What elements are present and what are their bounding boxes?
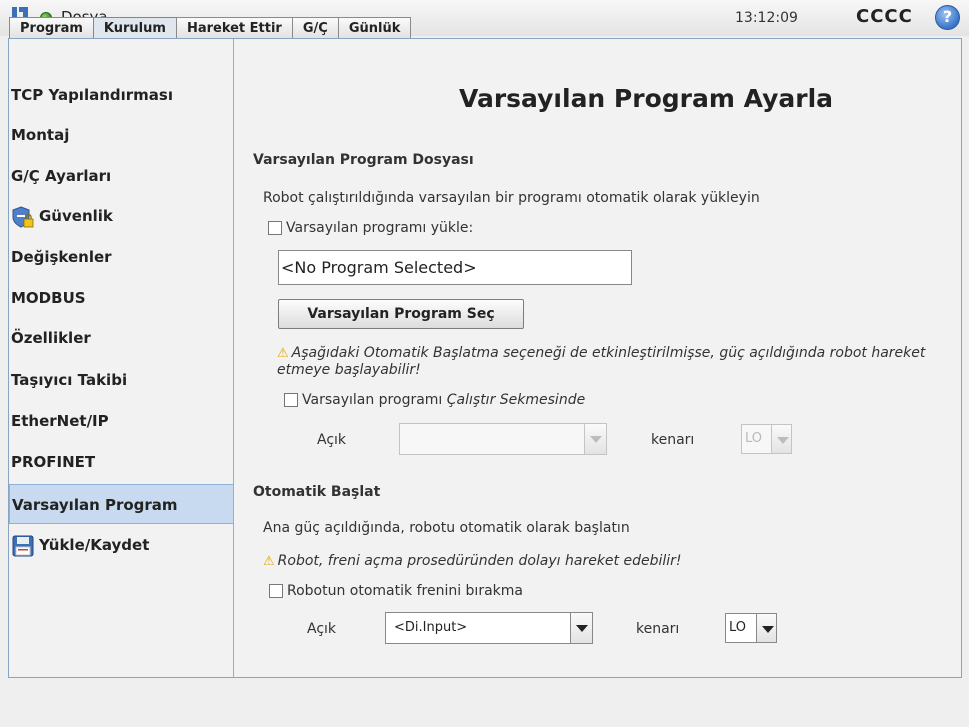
tab-log[interactable]: Günlük [337, 17, 412, 39]
chevron-down-icon [771, 425, 791, 453]
autostart-edge-dropdown[interactable]: LO [725, 613, 777, 643]
tab-io[interactable]: G/Ç [291, 17, 339, 39]
autostart-checkbox-row[interactable]: Robotun otomatik frenini bırakma [269, 583, 523, 599]
autostart-section-title: Otomatik Başlat [253, 484, 381, 500]
installation-panel: TCP Yapılandırması Montaj G/Ç Ayarları G… [8, 38, 962, 678]
default-input-dropdown[interactable] [399, 423, 607, 455]
page-title: Varsayılan Program Ayarla [458, 84, 834, 113]
floppy-disk-icon [12, 535, 34, 556]
load-default-checkbox-row[interactable]: Varsayılan programı yükle: [268, 220, 473, 236]
default-edge-dropdown[interactable]: LO [741, 424, 792, 454]
sidebar-item-mounting[interactable]: Montaj [9, 115, 234, 155]
warning-triangle-icon: ⚠ [277, 346, 289, 361]
default-file-section-title: Varsayılan Program Dosyası [253, 152, 474, 168]
autostart-checkbox[interactable] [269, 584, 283, 598]
sidebar-item-label: Yükle/Kaydet [39, 536, 150, 554]
tab-program[interactable]: Program [9, 17, 94, 39]
help-icon[interactable]: ? [935, 5, 960, 30]
sidebar-item-safety[interactable]: Güvenlik [9, 196, 234, 236]
default-program-field[interactable]: <No Program Selected> [278, 250, 632, 285]
chevron-down-icon [584, 424, 606, 454]
tab-installation[interactable]: Kurulum [92, 17, 177, 39]
run-tab-label: Çalıştır Sekmesinde [446, 392, 586, 408]
sidebar-item-ethernetip[interactable]: EtherNet/IP [9, 401, 234, 441]
bottom-bar [0, 679, 969, 727]
shield-lock-icon [12, 205, 34, 228]
chevron-down-icon [756, 614, 776, 642]
run-default-label: Varsayılan programı [302, 392, 447, 408]
autostart-warning: ⚠ Aşağıdaki Otomatik Başlatma seçeneği de… [277, 345, 926, 378]
run-default-checkbox-row[interactable]: Varsayılan programı Çalıştır Sekmesinde [284, 392, 585, 408]
robot-name: CCCC [856, 6, 913, 27]
sidebar-item-io-setup[interactable]: G/Ç Ayarları [9, 156, 234, 196]
content-area: Varsayılan Program Ayarla Varsayılan Pro… [235, 39, 961, 677]
autostart-description: Ana güç açıldığında, robotu otomatik ola… [263, 520, 630, 536]
default-input-label: Açık [317, 432, 347, 448]
chevron-down-icon [570, 613, 592, 643]
sidebar-item-default-program[interactable]: Varsayılan Program [9, 484, 234, 524]
sidebar-item-tcp[interactable]: TCP Yapılandırması [9, 75, 234, 115]
sidebar-item-features[interactable]: Özellikler [9, 318, 234, 358]
autostart-input-dropdown[interactable]: <Di.Input> [385, 612, 593, 644]
load-default-label: Varsayılan programı yükle: [286, 220, 474, 236]
autostart-label: Robotun otomatik frenini bırakma [287, 583, 523, 599]
autostart-edge-label: kenarı [636, 621, 680, 637]
warning-triangle-icon: ⚠ [263, 554, 275, 569]
main-tabs: Program Kurulum Hareket Ettir G/Ç Günlük [9, 17, 412, 39]
clock: 13:12:09 [735, 10, 798, 26]
sidebar-item-label: Güvenlik [39, 207, 113, 225]
sidebar-item-variables[interactable]: Değişkenler [9, 237, 234, 277]
default-file-description: Robot çalıştırıldığında varsayılan bir p… [263, 190, 760, 206]
sidebar-item-profinet[interactable]: PROFINET [9, 442, 234, 482]
sidebar-item-modbus[interactable]: MODBUS [9, 278, 234, 318]
sidebar-item-conveyor[interactable]: Taşıyıcı Takibi [9, 360, 234, 400]
autostart-input-label: Açık [307, 621, 337, 637]
default-edge-label: kenarı [651, 432, 695, 448]
run-default-checkbox[interactable] [284, 393, 298, 407]
tab-move[interactable]: Hareket Ettir [175, 17, 293, 39]
select-default-program-button[interactable]: Varsayılan Program Seç [278, 299, 524, 329]
sidebar: TCP Yapılandırması Montaj G/Ç Ayarları G… [9, 39, 234, 677]
brake-warning: ⚠ Robot, freni açma prosedüründen dolayı … [263, 553, 682, 569]
sidebar-item-load-save[interactable]: Yükle/Kaydet [9, 525, 234, 565]
load-default-checkbox[interactable] [268, 221, 282, 235]
